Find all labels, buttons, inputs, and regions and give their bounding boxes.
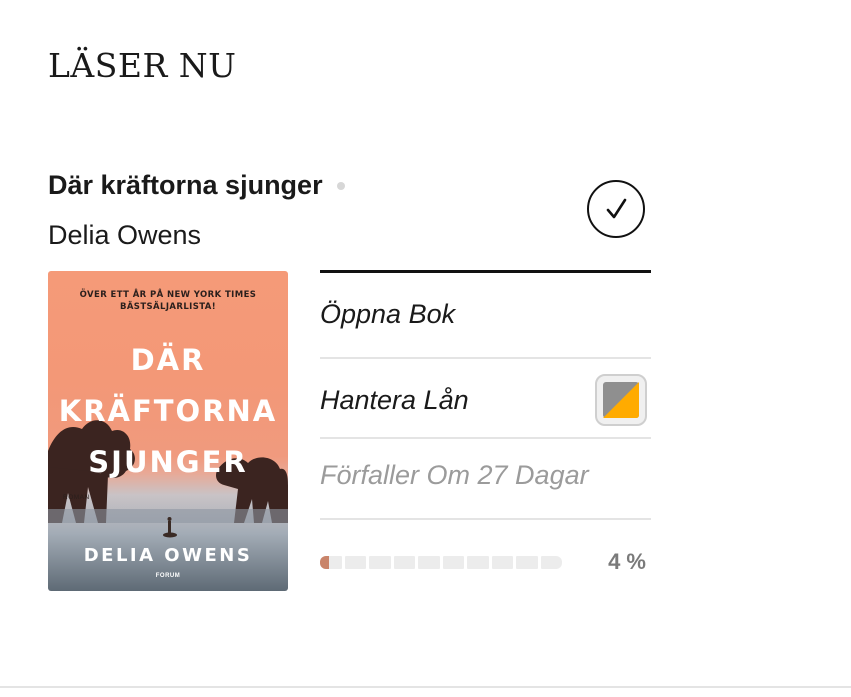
progress-segment [516, 555, 538, 569]
due-date-label: Förfaller Om 27 Dagar [320, 460, 589, 490]
section-title: LÄSER NU [48, 46, 237, 85]
progress-segment [442, 555, 464, 569]
loan-status-icon [595, 374, 647, 426]
manage-loan-label: Hantera Lån [320, 384, 469, 415]
cover-title-line-1: DÄR [130, 343, 206, 377]
progress-segment [540, 555, 562, 569]
cover-tagline: ÖVER ETT ÅR PÅ NEW YORK TIMES BÄSTSÄLJAR… [79, 290, 257, 312]
progress-fill [320, 555, 329, 569]
bottom-divider [0, 686, 851, 688]
mark-finished-button[interactable] [587, 180, 645, 238]
progress-bar [320, 555, 562, 569]
cover-title-line-3: SJUNGER [88, 445, 248, 479]
cover-author: DELIA OWENS [83, 545, 253, 566]
checkmark-icon [606, 198, 627, 219]
book-title-row: Där kräftorna sjunger [48, 170, 345, 201]
open-book-button[interactable]: Öppna Bok [320, 299, 651, 330]
progress-segment [320, 555, 342, 569]
menu-top-divider [320, 270, 651, 273]
progress-segment [393, 555, 415, 569]
divider [320, 437, 651, 439]
progress-segment [344, 555, 366, 569]
cover-publisher: FORUM [155, 573, 181, 579]
cover-genre: ROMAN [63, 494, 90, 501]
divider [320, 357, 651, 359]
progress-segment [491, 555, 513, 569]
status-dot [336, 181, 345, 190]
progress-segment [467, 555, 489, 569]
reading-progress: 4 % [320, 549, 651, 574]
book-cover[interactable]: ÖVER ETT ÅR PÅ NEW YORK TIMES BÄSTSÄLJAR… [48, 271, 288, 591]
progress-percent: 4 % [608, 549, 646, 574]
cover-artwork [48, 420, 288, 538]
due-date: Förfaller Om 27 Dagar [320, 460, 651, 491]
manage-loan-button[interactable]: Hantera Lån [320, 372, 651, 428]
divider [320, 518, 651, 520]
progress-segment [418, 555, 440, 569]
book-title[interactable]: Där kräftorna sjunger [48, 170, 323, 201]
open-book-label: Öppna Bok [320, 299, 456, 329]
cover-title-line-2: KRÄFTORNA [58, 394, 278, 428]
book-author[interactable]: Delia Owens [48, 220, 201, 251]
progress-segment [369, 555, 391, 569]
